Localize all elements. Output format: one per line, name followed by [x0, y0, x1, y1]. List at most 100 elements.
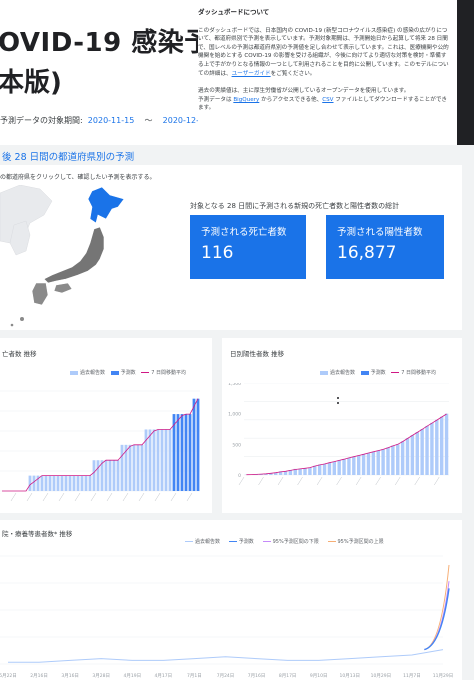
x-tick-label: 10月29日	[371, 673, 391, 679]
section-title: 後 28 日間の都道府県別の予測	[2, 152, 135, 163]
bar	[152, 429, 156, 491]
bar	[308, 467, 312, 475]
x-tick	[58, 492, 65, 502]
legend-past: 過去報告数	[185, 538, 220, 545]
bar	[112, 460, 116, 491]
scrollbar-strip[interactable]	[457, 0, 474, 145]
x-tick	[336, 476, 342, 486]
cursor-dot	[337, 397, 339, 399]
bar	[156, 429, 160, 491]
y-tick-label: 1,500	[228, 383, 241, 387]
bar	[88, 475, 92, 491]
x-tick	[297, 476, 303, 486]
bar	[120, 444, 124, 491]
about-paragraph-2: 過去の実績値は、主に厚生労働省が公開しているオープンデータを使用しています。 予…	[198, 87, 450, 113]
bar	[84, 475, 88, 491]
bar	[96, 460, 100, 491]
bar	[283, 471, 288, 475]
x-tick	[355, 476, 362, 486]
predicted-positives-value: 16,877	[337, 243, 397, 263]
bar	[396, 444, 400, 475]
x-tick	[277, 476, 284, 486]
y-tick-label: 500	[232, 442, 241, 448]
bar	[313, 465, 317, 475]
x-tick	[394, 476, 401, 486]
legend-upper-bound: 95%予測区間の上限	[327, 538, 384, 545]
x-tick-label: 3月16日	[61, 673, 79, 679]
x-tick	[138, 492, 145, 502]
x-tick-label: 9月10日	[310, 673, 328, 679]
about-panel: ダッシュボードについて このダッシュボードでは、日本国内の COVID-19 (…	[198, 8, 450, 140]
bar	[40, 475, 44, 491]
bar	[44, 475, 48, 491]
x-tick	[10, 492, 17, 502]
kyushu-prefectures[interactable]	[31, 282, 49, 306]
x-tick-label: 7月24日	[217, 673, 235, 679]
bar	[168, 429, 172, 491]
bar	[160, 429, 164, 491]
hokkaido-prefecture[interactable]	[87, 186, 125, 224]
bar	[76, 475, 80, 491]
bar	[332, 461, 337, 475]
bar	[337, 460, 341, 475]
okinawa-prefecture[interactable]	[20, 317, 24, 321]
bar	[32, 475, 36, 491]
bar	[132, 444, 136, 491]
bar	[430, 422, 434, 475]
okinawa-island	[10, 323, 14, 327]
predicted-positives-card: 予測される陽性者数 16,877	[326, 215, 444, 279]
honshu-prefectures[interactable]	[43, 226, 105, 284]
positives-chart-card: 日別陽性者数 推移 過去報告数 予測数 7 日間移動平均 0 500 1,000 1,…	[222, 338, 462, 513]
bigquery-link[interactable]: BigQuery	[233, 97, 259, 103]
period-start-date[interactable]: 2020-11-15	[88, 116, 135, 125]
bar	[352, 456, 356, 475]
bar	[444, 413, 449, 475]
x-tick	[170, 492, 177, 502]
x-tick	[90, 492, 97, 502]
x-tick	[316, 476, 323, 486]
lower-bound-line	[424, 581, 450, 651]
bar	[405, 438, 410, 475]
predicted-deaths-label: 予測される死亡者数	[201, 227, 287, 238]
legend-moving-avg: 7 日間移動平均	[141, 369, 186, 376]
predicted-positives-label: 予測される陽性者数	[337, 227, 423, 238]
period-label: 予測データの対象期間:	[0, 116, 83, 125]
shikoku-prefectures[interactable]	[53, 282, 73, 294]
bar	[342, 459, 346, 475]
bar	[188, 414, 192, 491]
bar	[410, 435, 415, 475]
bar	[361, 454, 366, 475]
page-title-line2: 本版)	[0, 68, 62, 98]
bar	[116, 460, 120, 491]
y-tick-label: 1,000	[228, 412, 241, 418]
bar	[64, 475, 68, 491]
x-tick	[258, 476, 264, 486]
x-tick	[106, 492, 113, 502]
totals-label: 対象となる 28 日間に予測される新規の死亡者数と陽性者数の総計	[190, 202, 400, 210]
csv-link[interactable]: CSV	[322, 97, 333, 103]
x-tick-label: 5月22日	[0, 673, 17, 679]
bar	[439, 416, 444, 475]
legend-lower-bound: 95%予測区間の下限	[262, 538, 319, 545]
x-tick	[154, 492, 161, 502]
about-text-end: をご覧ください。	[270, 70, 316, 77]
bar	[176, 414, 180, 491]
bar	[391, 445, 395, 475]
bar	[356, 455, 361, 475]
x-tick-label: 11月7日	[403, 673, 421, 679]
hospitalized-chart-legend: 過去報告数 予測数 95%予測区間の下限 95%予測区間の上限	[185, 538, 388, 545]
japan-map[interactable]	[0, 185, 185, 330]
predicted-deaths-card: 予測される死亡者数 116	[190, 215, 306, 279]
x-tick-label: 10月13日	[340, 673, 360, 679]
bar	[136, 444, 140, 491]
bar	[347, 457, 351, 475]
about-data-text-2: からアクセスできる他、	[259, 96, 323, 103]
legend-moving-avg: 7 日間移動平均	[391, 369, 436, 376]
x-tick	[186, 492, 193, 502]
user-guide-link[interactable]: ユーザーガイド	[232, 71, 271, 77]
bar	[400, 441, 405, 475]
bar	[192, 398, 196, 491]
bar	[184, 414, 188, 491]
legend-past: 過去報告数	[320, 369, 355, 376]
deaths-chart-card: 亡者数 推移 過去報告数 予測数 7 日間移動平均	[0, 338, 212, 513]
